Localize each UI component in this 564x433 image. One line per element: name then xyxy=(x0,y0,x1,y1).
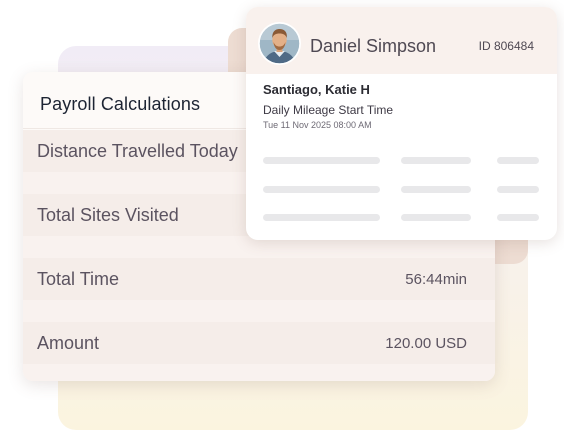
payroll-row-time: Total Time 56:44min xyxy=(23,258,495,300)
skeleton-line xyxy=(263,214,380,221)
profile-subtitle: Santiago, Katie H xyxy=(263,82,370,97)
payroll-row-gap xyxy=(23,300,495,322)
payroll-row-value: 120.00 USD xyxy=(385,335,467,352)
avatar[interactable] xyxy=(258,22,301,65)
skeleton-line xyxy=(401,214,471,221)
skeleton-line xyxy=(497,214,539,221)
profile-timestamp: Tue 11 Nov 2025 08:00 AM xyxy=(263,120,372,130)
skeleton-line xyxy=(401,157,471,164)
payroll-row-label: Total Sites Visited xyxy=(37,205,179,225)
payroll-row-label: Distance Travelled Today xyxy=(37,141,238,161)
skeleton-line xyxy=(263,186,380,193)
payroll-row-value: 56:44min xyxy=(405,271,467,288)
skeleton-line xyxy=(401,186,471,193)
profile-name: Daniel Simpson xyxy=(310,36,437,56)
payroll-row-label: Total Time xyxy=(37,269,120,289)
skeleton-line xyxy=(263,157,380,164)
skeleton-line xyxy=(497,157,539,164)
skeleton-line xyxy=(497,186,539,193)
payroll-title: Payroll Calculations xyxy=(40,94,201,114)
payroll-row-gap xyxy=(23,364,495,381)
payroll-row-amount: Amount 120.00 USD xyxy=(23,322,495,364)
profile-card[interactable]: Daniel Simpson ID 806484 Santiago, Katie… xyxy=(246,7,557,240)
payroll-row-label: Amount xyxy=(37,333,100,353)
profile-event-label: Daily Mileage Start Time xyxy=(263,103,394,117)
profile-id: ID 806484 xyxy=(478,39,534,53)
